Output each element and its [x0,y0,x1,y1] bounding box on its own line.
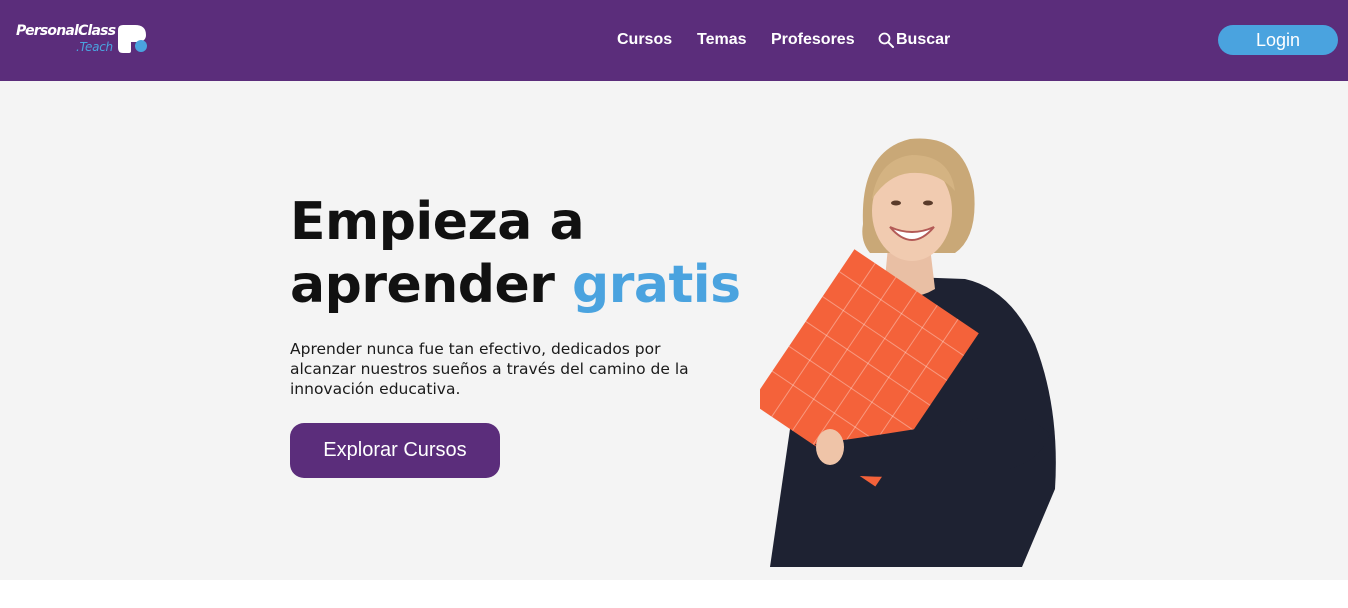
nav-item-buscar[interactable]: Buscar [878,31,950,49]
nav-item-temas[interactable]: Temas [697,31,747,49]
explore-courses-button[interactable]: Explorar Cursos [290,423,500,478]
logo-main-text: PersonalClass [16,23,116,39]
nav-item-profesores[interactable]: Profesores [771,31,855,49]
site-logo[interactable]: PersonalClass .Teach [15,20,155,60]
hero-title-line2: aprender [290,255,572,315]
logo-mark-icon [118,25,147,53]
search-icon [878,32,894,48]
hero-title: Empieza a aprender gratis [290,191,750,317]
hero-title-highlight: gratis [571,255,741,315]
login-button[interactable]: Login [1218,25,1338,55]
student-holding-book-image [760,138,1056,567]
nav-search-label: Buscar [896,31,951,48]
hero-description: Aprender nunca fue tan efectivo, dedicad… [290,340,689,398]
logo-sub-text: .Teach [76,40,113,54]
nav-item-cursos[interactable]: Cursos [617,31,672,49]
hero-section: Empieza a aprender gratis Aprender nunca… [0,81,1348,580]
hero-title-line1: Empieza a [290,192,585,252]
top-navbar: PersonalClass .Teach Cursos Temas Profes… [0,0,1348,81]
